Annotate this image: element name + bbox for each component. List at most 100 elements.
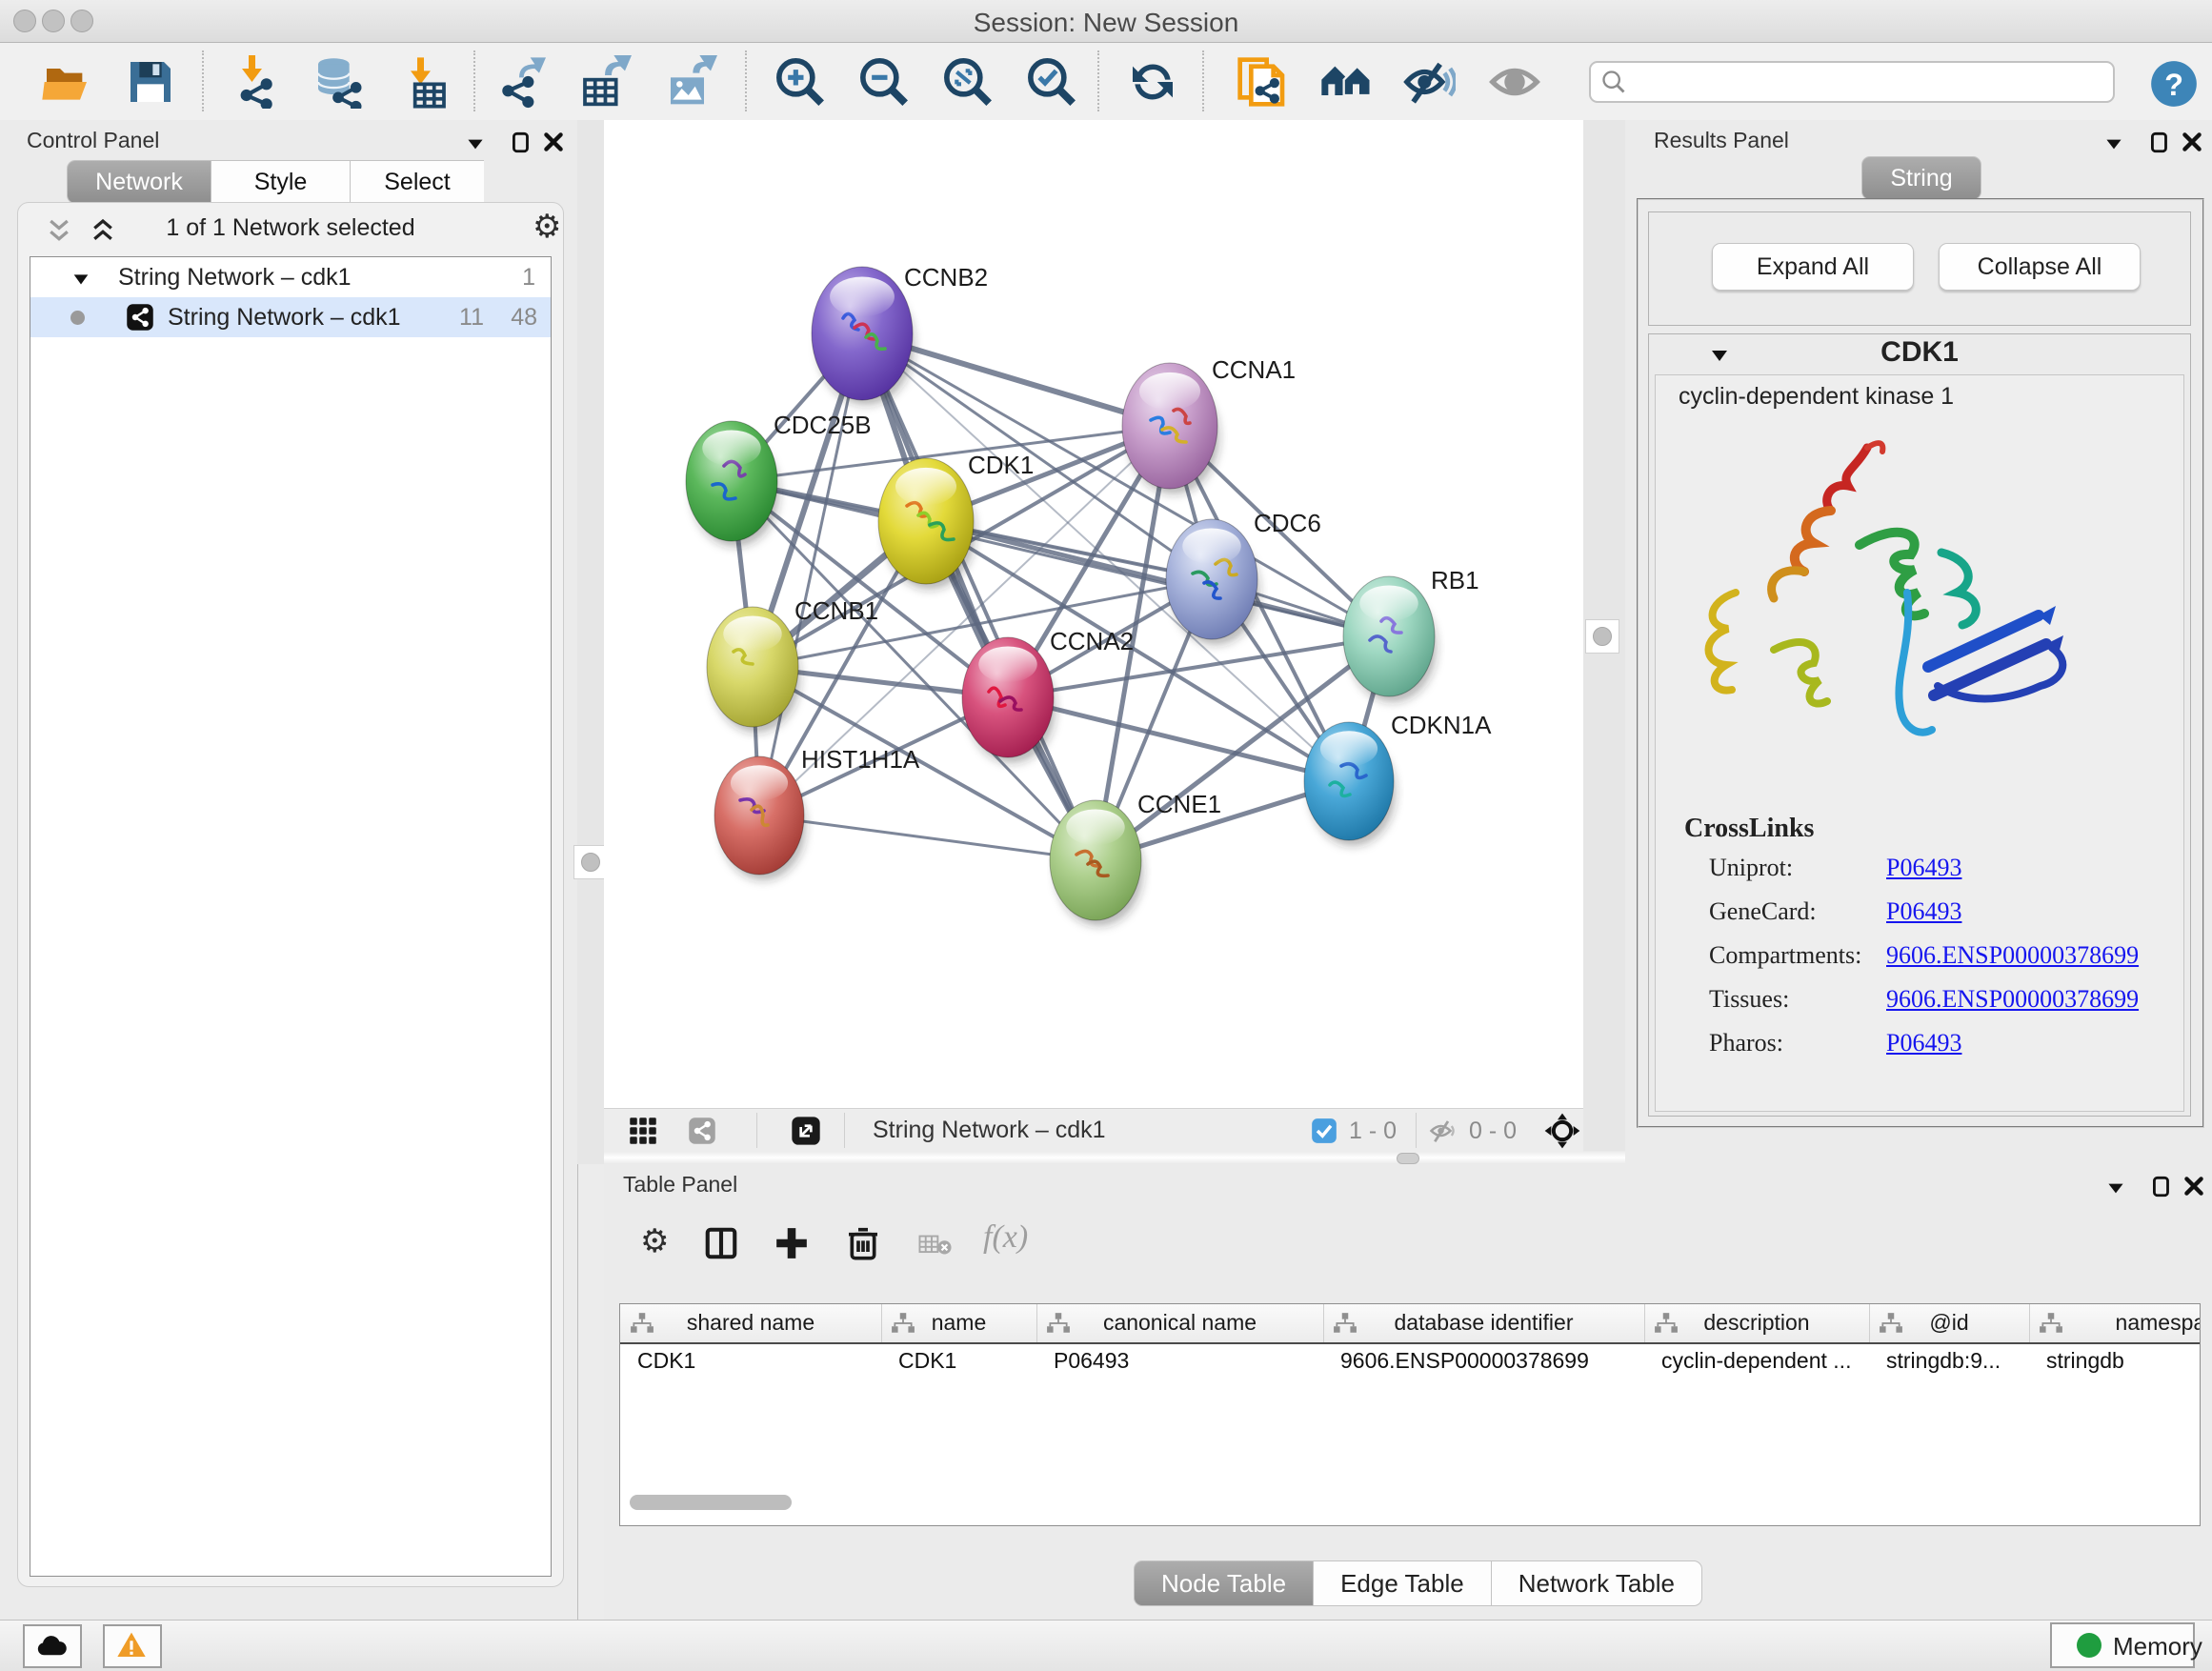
column-header-canonical-name[interactable]: canonical name (1036, 1304, 1324, 1342)
crosslink-value[interactable]: 9606.ENSP00000378699 (1886, 941, 2139, 970)
tab-node-table[interactable]: Node Table (1134, 1560, 1313, 1606)
network-collection-row[interactable]: String Network – cdk1 1 (30, 257, 551, 297)
network-node-CCNB1[interactable] (707, 607, 800, 733)
show-columns-icon[interactable] (703, 1225, 739, 1261)
network-edge[interactable] (862, 333, 1096, 860)
warning-status-button[interactable] (103, 1624, 162, 1668)
collection-count: 1 (522, 257, 535, 297)
zoom-fit-icon[interactable] (941, 55, 995, 109)
column-header-@id[interactable]: @id (1869, 1304, 2030, 1342)
search-input[interactable] (1635, 65, 2105, 97)
network-node-CCNA1[interactable] (1122, 363, 1219, 493)
cloud-status-button[interactable] (23, 1624, 82, 1668)
crosslink-value[interactable]: 9606.ENSP00000378699 (1886, 985, 2139, 1014)
table-panel-float-menu-icon[interactable] (2103, 1176, 2128, 1200)
grid-view-icon[interactable] (629, 1117, 657, 1145)
tab-edge-table[interactable]: Edge Table (1313, 1560, 1491, 1606)
network-node-CCNB2[interactable] (812, 267, 914, 405)
toolbar-separator (1202, 50, 1204, 111)
table-cell[interactable]: 9606.ENSP00000378699 (1323, 1348, 1644, 1374)
network-edge[interactable] (1008, 697, 1349, 781)
detach-view-icon[interactable] (791, 1116, 821, 1146)
table-cell[interactable]: cyclin-dependent ... (1644, 1348, 1869, 1374)
column-header-shared-name[interactable]: shared name (620, 1304, 882, 1342)
table-cell[interactable]: CDK1 (620, 1348, 881, 1374)
tab-network-table[interactable]: Network Table (1491, 1560, 1702, 1606)
network-node-HIST1H1A[interactable] (714, 756, 806, 880)
node-label-CDK1: CDK1 (968, 451, 1034, 479)
refresh-view-icon[interactable] (1126, 55, 1179, 109)
network-view-share-icon[interactable] (688, 1117, 716, 1145)
network-node-CCNE1[interactable] (1050, 800, 1143, 926)
selected-checkbox-icon[interactable] (1311, 1117, 1337, 1144)
string-import-icon[interactable] (1236, 55, 1289, 109)
export-table-icon[interactable] (578, 55, 632, 109)
table-panel-undock-icon[interactable] (2149, 1174, 2174, 1198)
left-splitter[interactable] (577, 120, 604, 1164)
home-icon[interactable] (1319, 55, 1373, 109)
results-panel-undock-icon[interactable] (2147, 130, 2172, 154)
hidden-counter: 0 - 0 (1469, 1117, 1517, 1145)
help-icon[interactable]: ? (2149, 59, 2199, 109)
zoom-out-icon[interactable] (857, 55, 911, 109)
network-edge[interactable] (759, 333, 862, 815)
column-header-name[interactable]: name (881, 1304, 1037, 1342)
collapse-all-button[interactable]: Collapse All (1939, 243, 2141, 291)
tab-network[interactable]: Network (67, 160, 211, 204)
column-header-label: @id (1869, 1310, 2029, 1336)
network-node-RB1[interactable] (1343, 576, 1437, 702)
zoom-selected-icon[interactable] (1025, 55, 1078, 109)
tab-select[interactable]: Select (350, 160, 484, 204)
network-row-selected[interactable]: String Network – cdk1 11 48 (30, 297, 551, 337)
import-network-file-icon[interactable] (229, 55, 282, 109)
crosslink-value[interactable]: P06493 (1886, 854, 1961, 882)
column-header-description[interactable]: description (1644, 1304, 1870, 1342)
table-cell[interactable]: P06493 (1036, 1348, 1323, 1374)
crosslink-value[interactable]: P06493 (1886, 897, 1961, 926)
column-header-database-identifier[interactable]: database identifier (1323, 1304, 1645, 1342)
table-cell[interactable]: stringdb (2029, 1348, 2201, 1374)
network-node-CCNA2[interactable] (962, 637, 1056, 763)
export-image-icon[interactable] (664, 55, 717, 109)
network-node-CDKN1A[interactable] (1304, 722, 1396, 846)
zoom-in-icon[interactable] (774, 55, 827, 109)
create-column-plus-icon[interactable] (774, 1225, 810, 1261)
network-edge[interactable] (759, 815, 1096, 860)
left-splitter-handle[interactable] (573, 845, 608, 879)
tab-string[interactable]: String (1861, 156, 1981, 200)
horizontal-scrollbar[interactable] (630, 1495, 792, 1510)
network-list-panel: 1 of 1 Network selected ⚙ String Network… (17, 202, 564, 1587)
birdseye-pan-icon[interactable] (1543, 1112, 1581, 1150)
horizontal-splitter-handle[interactable] (1397, 1153, 1419, 1164)
table-cell[interactable]: stringdb:9... (1869, 1348, 2029, 1374)
import-table-file-icon[interactable] (397, 55, 451, 109)
control-panel-undock-icon[interactable] (509, 130, 533, 154)
network-edge-count: 48 (511, 297, 537, 337)
expand-all-button[interactable]: Expand All (1712, 243, 1914, 291)
import-network-database-icon[interactable] (312, 55, 365, 109)
save-session-icon[interactable] (124, 55, 177, 109)
results-panel-float-menu-icon[interactable] (2101, 131, 2126, 156)
right-splitter[interactable] (1583, 120, 1628, 1164)
column-header-namespace[interactable]: namespace (2029, 1304, 2201, 1342)
right-splitter-handle[interactable] (1585, 619, 1619, 654)
crosslink-value[interactable]: P06493 (1886, 1029, 1961, 1057)
network-node-CDK1[interactable] (878, 458, 975, 589)
network-node-CDC25B[interactable] (686, 421, 779, 547)
tab-style[interactable]: Style (211, 160, 350, 204)
results-panel-close-icon[interactable] (2180, 130, 2204, 154)
table-panel-close-icon[interactable] (2182, 1174, 2206, 1198)
control-panel-float-menu-icon[interactable] (463, 131, 488, 156)
delete-column-trash-icon[interactable] (844, 1223, 882, 1261)
export-network-icon[interactable] (493, 55, 546, 109)
hide-selection-eye-slash-icon[interactable] (1402, 55, 1456, 109)
open-session-icon[interactable] (40, 55, 93, 109)
table-options-gear-icon[interactable]: ⚙ (640, 1225, 669, 1258)
collection-expander-icon[interactable] (70, 269, 91, 290)
network-canvas[interactable]: CCNB2CCNA1CDC25BCDK1CDC6RB1CCNB1CCNA2CDK… (604, 120, 1583, 1108)
show-selection-eye-icon[interactable] (1488, 55, 1541, 109)
network-options-gear-icon[interactable]: ⚙ (533, 211, 561, 243)
table-cell[interactable]: CDK1 (881, 1348, 1036, 1374)
control-panel-close-icon[interactable] (541, 130, 566, 154)
memory-button[interactable]: Memory (2050, 1622, 2195, 1668)
